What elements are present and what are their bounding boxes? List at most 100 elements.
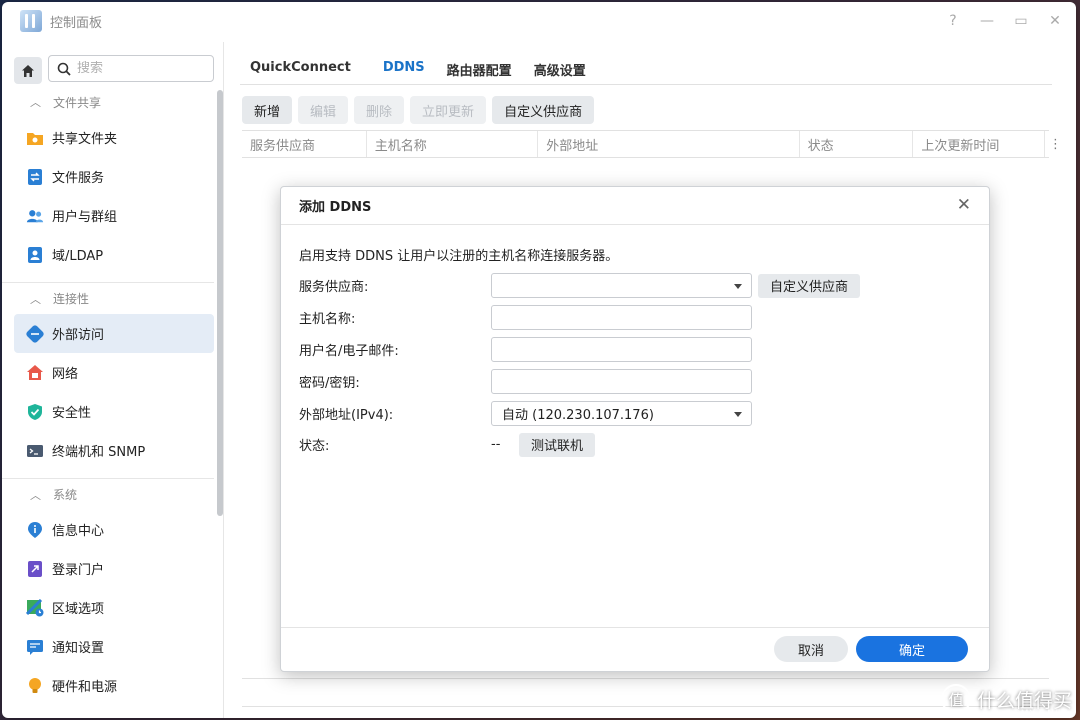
username-label: 用户名/电子邮件: bbox=[299, 344, 399, 359]
close-window-icon[interactable]: ✕ bbox=[1048, 12, 1062, 30]
test-connection-button[interactable]: 测试联机 bbox=[519, 432, 596, 457]
sidebar-item-hardware-power[interactable]: 硬件和电源 bbox=[14, 666, 214, 705]
sidebar-item-label: 终端机和 SNMP bbox=[52, 445, 146, 460]
tab-router-config[interactable]: 路由器配置 bbox=[447, 58, 512, 84]
external-ip-label: 外部地址(IPv4): bbox=[299, 408, 394, 423]
dialog-header: 添加 DDNS ✕ bbox=[281, 187, 989, 225]
tab-advanced[interactable]: 高级设置 bbox=[534, 58, 586, 84]
section-label: 系统 bbox=[53, 488, 78, 502]
username-input[interactable] bbox=[502, 342, 751, 357]
chevron-up-icon: ︿ bbox=[30, 292, 41, 306]
password-label: 密码/密钥: bbox=[299, 376, 360, 391]
status-row: 状态: -- 测试联机 bbox=[299, 432, 596, 457]
hostname-row: 主机名称: bbox=[299, 305, 752, 330]
column-hostname[interactable]: 主机名称 bbox=[367, 131, 539, 157]
file-services-icon bbox=[26, 168, 44, 186]
sidebar-item-label: 文件服务 bbox=[52, 171, 105, 186]
delete-button[interactable]: 删除 bbox=[354, 96, 405, 124]
window-controls: ? — ▭ ✕ bbox=[946, 12, 1062, 30]
sidebar-item-regional-options[interactable]: 区域选项 bbox=[14, 588, 214, 627]
custom-provider-button[interactable]: 自定义供应商 bbox=[492, 96, 595, 124]
home-button[interactable] bbox=[14, 57, 42, 84]
domain-icon bbox=[26, 246, 44, 264]
column-last-update[interactable]: 上次更新时间 bbox=[913, 131, 1045, 157]
sidebar-item-terminal-snmp[interactable]: 终端机和 SNMP bbox=[14, 431, 214, 470]
section-header-file-sharing[interactable]: ︿ 文件共享 bbox=[2, 86, 214, 118]
shield-icon bbox=[26, 403, 44, 421]
section-header-connectivity[interactable]: ︿ 连接性 bbox=[2, 282, 214, 314]
watermark-logo: 值 bbox=[940, 684, 971, 714]
network-house-icon bbox=[26, 364, 44, 382]
close-icon[interactable]: ✕ bbox=[957, 196, 971, 214]
sidebar-item-users-groups[interactable]: 用户与群组 bbox=[14, 196, 214, 235]
login-portal-icon bbox=[26, 560, 44, 578]
section-header-system[interactable]: ︿ 系统 bbox=[2, 478, 214, 510]
cancel-button[interactable]: 取消 bbox=[774, 636, 848, 662]
maximize-icon[interactable]: ▭ bbox=[1014, 12, 1028, 30]
add-ddns-dialog: 添加 DDNS ✕ 启用支持 DDNS 让用户以注册的主机名称连接服务器。 服务… bbox=[280, 186, 990, 672]
control-panel-app-icon bbox=[20, 10, 42, 32]
custom-provider-dialog-button[interactable]: 自定义供应商 bbox=[758, 273, 861, 298]
watermark-sub: SMYZ.NET bbox=[1014, 709, 1068, 719]
username-row: 用户名/电子邮件: bbox=[299, 337, 752, 362]
username-field[interactable] bbox=[491, 337, 752, 362]
terminal-icon bbox=[26, 442, 44, 460]
window-footer-divider bbox=[242, 706, 1049, 707]
sidebar-item-info-center[interactable]: 信息中心 bbox=[14, 510, 214, 549]
chevron-down-icon bbox=[734, 284, 742, 289]
password-row: 密码/密钥: bbox=[299, 369, 752, 394]
add-button[interactable]: 新增 bbox=[242, 96, 293, 124]
column-options-icon[interactable]: ⋮ bbox=[1045, 131, 1062, 157]
sidebar-item-external-access[interactable]: 外部访问 bbox=[14, 314, 214, 353]
hostname-label: 主机名称: bbox=[299, 312, 356, 327]
hostname-field[interactable] bbox=[491, 305, 752, 330]
provider-select[interactable] bbox=[491, 273, 752, 298]
section-label: 连接性 bbox=[53, 292, 90, 306]
ddns-toolbar: 新增 编辑 删除 立即更新 自定义供应商 bbox=[242, 96, 595, 124]
sidebar-item-network[interactable]: 网络 bbox=[14, 353, 214, 392]
minimize-icon[interactable]: — bbox=[980, 12, 994, 30]
hostname-input[interactable] bbox=[502, 310, 751, 325]
home-icon bbox=[22, 64, 34, 77]
search-input[interactable] bbox=[77, 61, 197, 76]
sidebar-item-label: 网络 bbox=[52, 367, 79, 382]
update-now-button[interactable]: 立即更新 bbox=[410, 96, 487, 124]
sidebar-item-notification[interactable]: 通知设置 bbox=[14, 627, 214, 666]
sidebar-item-file-services[interactable]: 文件服务 bbox=[14, 157, 214, 196]
sidebar-item-label: 通知设置 bbox=[52, 641, 105, 656]
tab-ddns[interactable]: DDNS bbox=[373, 58, 425, 84]
column-provider[interactable]: 服务供应商 bbox=[242, 131, 367, 157]
sidebar-item-security[interactable]: 安全性 bbox=[14, 392, 214, 431]
chevron-up-icon: ︿ bbox=[30, 488, 41, 502]
external-access-icon bbox=[26, 324, 44, 343]
window-title: 控制面板 bbox=[50, 15, 103, 31]
folder-icon bbox=[26, 129, 44, 147]
edit-button[interactable]: 编辑 bbox=[298, 96, 349, 124]
help-icon[interactable]: ? bbox=[946, 12, 960, 30]
tab-quickconnect[interactable]: QuickConnect bbox=[240, 58, 351, 84]
external-ip-select[interactable]: 自动 (120.230.107.176) bbox=[491, 401, 752, 426]
external-ip-value: 自动 (120.230.107.176) bbox=[502, 408, 654, 423]
users-icon bbox=[26, 207, 44, 225]
lightbulb-icon bbox=[26, 677, 44, 695]
dialog-description: 启用支持 DDNS 让用户以注册的主机名称连接服务器。 bbox=[299, 249, 619, 264]
sidebar-item-login-portal[interactable]: 登录门户 bbox=[14, 549, 214, 588]
sidebar-item-domain-ldap[interactable]: 域/LDAP bbox=[14, 235, 214, 274]
column-status[interactable]: 状态 bbox=[800, 131, 914, 157]
search-box[interactable] bbox=[48, 55, 214, 82]
sidebar-item-shared-folder[interactable]: 共享文件夹 bbox=[14, 118, 214, 157]
sidebar-scrollbar[interactable] bbox=[217, 90, 223, 516]
dialog-title: 添加 DDNS bbox=[299, 200, 372, 215]
column-external-address[interactable]: 外部地址 bbox=[538, 131, 800, 157]
sidebar-item-label: 硬件和电源 bbox=[52, 680, 118, 695]
chevron-up-icon: ︿ bbox=[30, 96, 41, 109]
status-value: -- bbox=[491, 437, 501, 452]
password-field[interactable] bbox=[491, 369, 752, 394]
table-footer-divider bbox=[242, 678, 1049, 679]
tab-bar: QuickConnect DDNS 路由器配置 高级设置 bbox=[240, 58, 1052, 85]
ok-button[interactable]: 确定 bbox=[856, 636, 968, 662]
external-ip-row: 外部地址(IPv4): 自动 (120.230.107.176) bbox=[299, 401, 752, 426]
title-bar: 控制面板 ? — ▭ ✕ bbox=[2, 2, 1076, 40]
sidebar-item-label: 信息中心 bbox=[52, 524, 105, 539]
password-input[interactable] bbox=[502, 374, 751, 389]
